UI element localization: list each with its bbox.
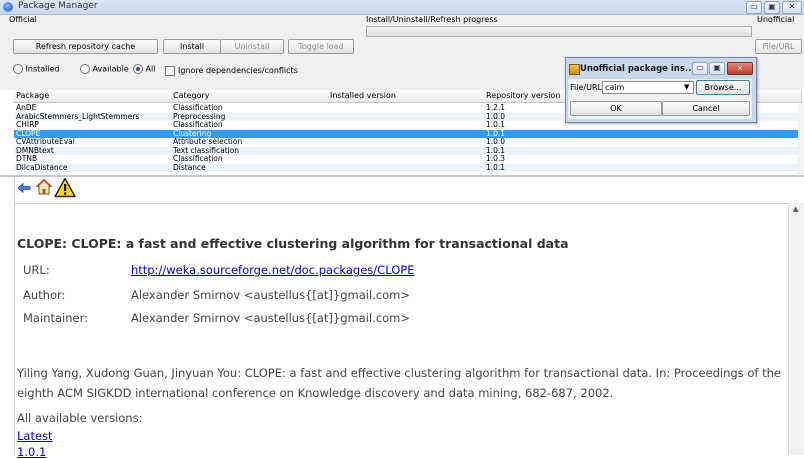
progress-bar: [366, 26, 752, 37]
package-detail: CLOPE: CLOPE: a fast and effective clust…: [14, 228, 784, 459]
cell-package: CHIRP: [16, 121, 39, 129]
dialog-maximize-button[interactable]: ▣: [709, 62, 725, 75]
file-url-button[interactable]: File/URL: [755, 39, 802, 54]
table-scrollbar[interactable]: [798, 104, 804, 174]
cell-package: AnDE: [16, 104, 37, 112]
cell-installed: [328, 121, 484, 130]
progress-label: Install/Uninstall/Refresh progress: [366, 15, 498, 24]
versions-label: All available versions:: [17, 411, 143, 425]
unofficial-label: Unofficial: [757, 15, 795, 24]
table-row[interactable]: DilcaDistance Distance 1.0.1: [14, 163, 799, 172]
unofficial-install-dialog: Unofficial package ins... ▭ ▣ ✕ File/URL…: [565, 57, 757, 123]
cell-package: ArabicStemmers_LightStemmers: [14, 112, 171, 121]
detail-scrollbar[interactable]: ▲: [788, 203, 804, 455]
cell-repo-version: 1.0.3: [486, 155, 506, 163]
url-label: URL:: [23, 263, 50, 277]
dialog-body: File/URL caim ▼ Browse... OK Cancel: [568, 79, 752, 119]
dropdown-arrow-icon[interactable]: ▼: [684, 83, 689, 91]
title-bar: Package Manager ▭ ▣ ✕: [0, 0, 804, 15]
toggle-load-button[interactable]: Toggle load: [288, 39, 354, 54]
radio-all[interactable]: All: [133, 64, 155, 74]
scroll-up-arrow-icon[interactable]: ▲: [793, 205, 798, 213]
cell-repo-version: 1.0.1: [484, 163, 799, 172]
column-header-category[interactable]: Category: [171, 90, 331, 103]
citation-text: Yiling Yang, Xudong Guan, Jinyuan You: C…: [17, 366, 781, 400]
refresh-repository-button[interactable]: Refresh repository cache: [13, 39, 158, 54]
radio-all-label: All: [145, 64, 156, 74]
cell-package: DilcaDistance: [14, 163, 171, 172]
cell-repo-version: 1.0.1: [484, 129, 799, 138]
file-url-value: caim: [605, 83, 625, 92]
warning-icon[interactable]: [54, 177, 76, 198]
cell-package: CLOPE: [14, 129, 171, 138]
cell-category: Text classification: [171, 146, 328, 155]
dialog-app-icon: [569, 64, 580, 75]
author-value: Alexander Smirnov <austellus{[at]}gmail.…: [131, 288, 411, 302]
table-row[interactable]: CVAttributeEval Attribute selection 1.0.0: [14, 138, 799, 147]
app-icon: [3, 2, 13, 12]
cell-installed: [328, 163, 484, 172]
uninstall-button[interactable]: Uninstall: [220, 39, 284, 54]
column-header-package[interactable]: Package: [14, 90, 174, 103]
table-row-selected[interactable]: CLOPE Clustering 1.0.1: [14, 129, 799, 138]
cell-category: Classification: [173, 104, 223, 112]
cell-repo-version: 1.0.1: [484, 146, 799, 155]
ignore-dependencies-label: Ignore dependencies/conflicts: [178, 66, 298, 75]
dialog-field-label: File/URL: [570, 83, 602, 92]
back-arrow-icon[interactable]: [16, 180, 32, 196]
maintainer-value: Alexander Smirnov <austellus{[at]}gmail.…: [131, 311, 411, 325]
ignore-dependencies-checkbox[interactable]: [165, 66, 175, 76]
cell-installed: [328, 146, 484, 155]
radio-available-circle[interactable]: [80, 64, 90, 74]
package-heading: CLOPE: CLOPE: a fast and effective clust…: [17, 236, 569, 251]
browse-button[interactable]: Browse...: [696, 80, 750, 95]
version-latest-link[interactable]: Latest: [17, 429, 53, 443]
minimize-button[interactable]: ▭: [746, 1, 762, 14]
close-button[interactable]: ✕: [782, 1, 802, 14]
radio-available[interactable]: Available: [80, 64, 129, 74]
dialog-title: Unofficial package ins...: [580, 64, 695, 74]
cell-package: CVAttributeEval: [16, 138, 75, 146]
author-label: Author:: [23, 288, 66, 302]
cell-installed: [328, 104, 484, 113]
radio-available-label: Available: [92, 64, 129, 74]
cell-category: Classification: [173, 121, 223, 129]
splitter[interactable]: [0, 175, 804, 177]
cell-installed: [328, 138, 484, 147]
version-101-link[interactable]: 1.0.1: [17, 445, 46, 459]
home-icon[interactable]: [35, 178, 53, 196]
install-button[interactable]: Install: [163, 39, 221, 54]
cell-category: Distance: [171, 163, 328, 172]
column-header-installed-version[interactable]: Installed version: [328, 90, 487, 103]
radio-installed[interactable]: Installed: [13, 64, 60, 74]
file-url-combobox[interactable]: caim ▼: [602, 81, 694, 94]
cell-repo-version: 1.0.0: [486, 138, 506, 146]
cell-package: DMNBtext: [14, 146, 171, 155]
maximize-button[interactable]: ▣: [764, 1, 780, 14]
cell-category: Classification: [173, 155, 223, 163]
dialog-ok-button[interactable]: OK: [570, 101, 662, 116]
cell-category: Clustering: [171, 129, 328, 138]
url-link[interactable]: http://weka.sourceforge.net/doc.packages…: [131, 263, 414, 277]
dialog-close-button[interactable]: ✕: [727, 62, 753, 75]
dialog-minimize-button[interactable]: ▭: [692, 62, 708, 75]
dialog-cancel-button[interactable]: Cancel: [662, 101, 750, 116]
window-title: Package Manager: [18, 1, 98, 11]
radio-all-circle[interactable]: [133, 64, 143, 74]
cell-category: Attribute selection: [173, 138, 243, 146]
cell-installed: [328, 129, 484, 138]
cell-installed: [328, 112, 484, 121]
cell-package: DTNB: [16, 155, 38, 163]
toolbar-divider: [15, 203, 804, 204]
radio-installed-label: Installed: [25, 64, 60, 74]
table-row[interactable]: DMNBtext Text classification 1.0.1: [14, 146, 799, 155]
table-row[interactable]: DTNB Classification 1.0.3: [14, 155, 799, 164]
radio-installed-circle[interactable]: [13, 64, 23, 74]
cell-installed: [328, 155, 484, 164]
cell-category: Preprocessing: [171, 112, 328, 121]
maintainer-label: Maintainer:: [23, 311, 88, 325]
official-label: Official: [9, 15, 37, 24]
